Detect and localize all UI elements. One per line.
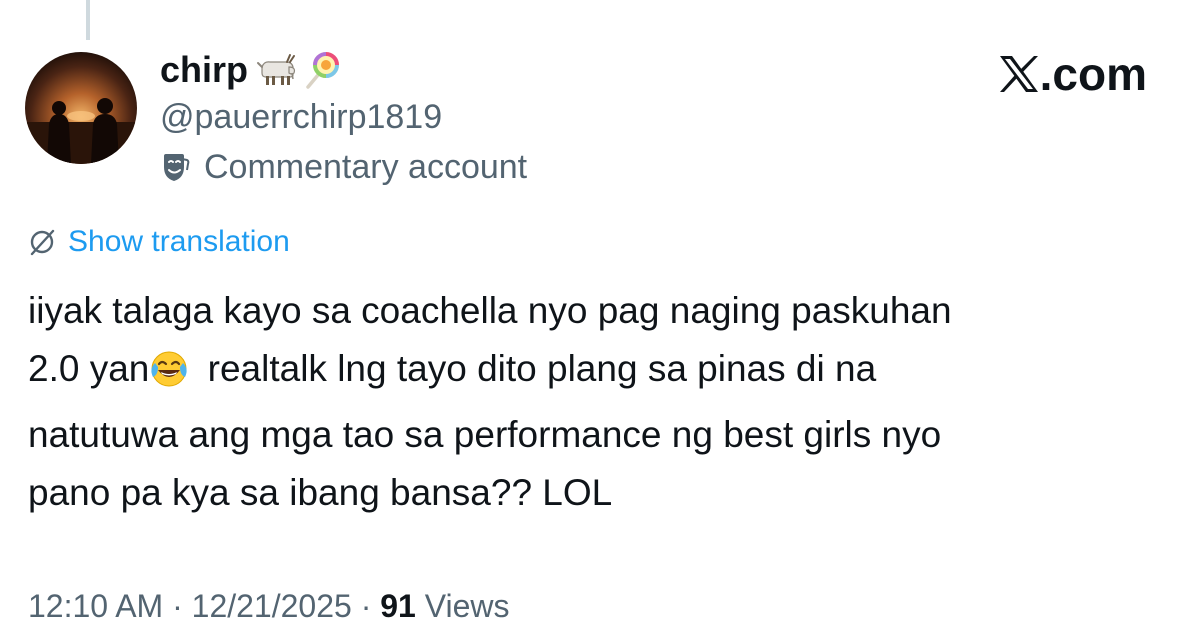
views-count: 91	[380, 588, 416, 624]
theater-masks-icon	[160, 151, 190, 183]
tweet-time[interactable]: 12:10 AM	[28, 588, 163, 624]
tweet-text: iiyak talaga kayo sa coachella nyo pag n…	[28, 282, 1168, 522]
avatar-image	[25, 52, 137, 164]
globe-icon	[28, 228, 56, 256]
tweet-date[interactable]: 12/21/2025	[192, 588, 352, 624]
author-display-name-row[interactable]: chirp	[160, 48, 340, 92]
brand-domain-text: .com	[1039, 48, 1147, 100]
brand-watermark: .com	[998, 46, 1147, 102]
tweet-text-line: iiyak talaga kayo sa coachella nyo pag n…	[28, 290, 952, 331]
show-translation-button[interactable]: Show translation	[28, 222, 290, 262]
tweet-text-segment: 2.0 yan	[28, 348, 150, 389]
x-logo-icon	[998, 54, 1040, 94]
thread-connector-line	[86, 0, 90, 40]
tweet-text-line: pano pa kya sa ibang bansa?? LOL	[28, 472, 613, 513]
author-display-name[interactable]: chirp	[160, 48, 248, 92]
views-label: Views	[424, 588, 510, 624]
tweet-text-line: natutuwa ang mga tao sa performance ng b…	[28, 414, 942, 455]
meta-separator: ·	[360, 588, 372, 624]
account-label-row: Commentary account	[160, 146, 527, 188]
tweet-text-line: 2.0 yan realtalk lng tayo dito plang sa …	[28, 340, 1168, 406]
tweet-meta: 12:10 AM · 12/21/2025 · 91 Views	[28, 584, 510, 628]
goat-emoji	[256, 53, 296, 87]
meta-separator: ·	[172, 588, 183, 624]
account-label-text: Commentary account	[204, 148, 528, 186]
lollipop-emoji	[304, 51, 340, 89]
tweet-text-segment: realtalk lng tayo dito plang sa pinas di…	[197, 348, 877, 389]
face-with-tears-of-joy-emoji	[149, 348, 189, 406]
avatar[interactable]	[25, 52, 137, 164]
author-handle[interactable]: @pauerrchirp1819	[160, 96, 442, 138]
show-translation-label[interactable]: Show translation	[68, 222, 290, 262]
